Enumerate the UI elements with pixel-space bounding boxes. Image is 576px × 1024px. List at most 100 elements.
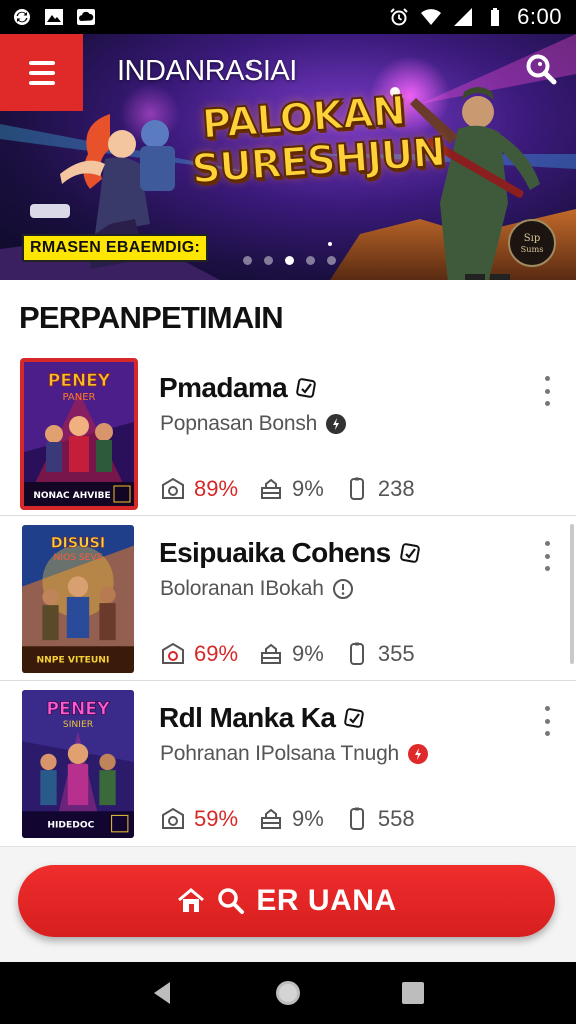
list-scrollbar[interactable] xyxy=(570,524,574,664)
list-item[interactable]: PENEY PANER NONAC AHVIBE Pmadama Popnasa… xyxy=(0,352,576,516)
share-value: 9% xyxy=(292,641,324,666)
game-subtitle: Boloranan IBokah xyxy=(160,577,354,601)
search-icon xyxy=(526,54,557,85)
status-bar: 6:00 xyxy=(0,0,576,34)
home-icon xyxy=(178,888,205,912)
downloads-value: 558 xyxy=(377,806,415,831)
status-time: 6:00 xyxy=(517,4,562,29)
primary-action-button[interactable]: ER UANA xyxy=(18,865,555,937)
game-subtitle: Popnasan Bonsh xyxy=(160,412,347,436)
more-options-button[interactable] xyxy=(540,376,554,406)
svg-text:NNPE VITEUNI: NNPE VITEUNI xyxy=(36,655,109,666)
info-dark-icon[interactable] xyxy=(325,413,347,435)
game-stats: 59% 9% 558 xyxy=(160,806,435,832)
cta-area: ER UANA xyxy=(0,846,576,962)
banner-seal-logo: Sıp Sums xyxy=(508,219,556,267)
svg-text:PENEY: PENEY xyxy=(48,371,111,391)
list-item[interactable]: DISUSI NIOS SEVE NNPE VITEUNI Esipuaika … xyxy=(0,517,576,681)
share-stat: 9% xyxy=(258,806,324,832)
cake-icon xyxy=(261,643,282,664)
downloads-stat: 238 xyxy=(344,476,415,502)
verified-icon xyxy=(344,708,365,728)
share-stat: 9% xyxy=(258,476,324,502)
svg-text:NIOS SEVE: NIOS SEVE xyxy=(53,552,102,563)
share-value: 9% xyxy=(292,806,324,831)
game-list: PENEY PANER NONAC AHVIBE Pmadama Popnasa… xyxy=(0,352,576,844)
phone-screen: 6:00 INDANRASIAI PALOKAN SURESHJUN RMASE… xyxy=(0,0,576,1024)
camera-house-icon xyxy=(162,807,184,829)
info-red-icon[interactable] xyxy=(407,743,429,765)
svg-text:HIDEDOC: HIDEDOC xyxy=(47,820,94,831)
wifi-icon xyxy=(421,7,442,27)
downloads-stat: 355 xyxy=(344,641,415,667)
more-options-button[interactable] xyxy=(540,706,554,736)
menu-icon-bar xyxy=(28,60,55,65)
home-button[interactable] xyxy=(272,977,304,1009)
camera-house-icon xyxy=(162,477,184,499)
share-value: 9% xyxy=(292,476,324,501)
game-title[interactable]: Rdl Manka Ka xyxy=(159,702,365,734)
downloads-value: 238 xyxy=(377,476,415,501)
home-circle-icon xyxy=(275,981,300,1005)
game-title[interactable]: Pmadama xyxy=(159,372,317,404)
svg-text:DISUSI: DISUSI xyxy=(51,536,106,552)
menu-button[interactable] xyxy=(0,34,83,111)
menu-icon-bar xyxy=(28,80,55,85)
cake-icon xyxy=(261,808,282,829)
game-subtitle-text: Popnasan Bonsh xyxy=(160,412,318,435)
game-subtitle-text: Pohranan IPolsana Tnugh xyxy=(160,742,400,765)
back-icon xyxy=(153,982,170,1004)
carousel-dot[interactable] xyxy=(327,256,336,265)
game-title-text: Esipuaika Cohens xyxy=(159,537,391,568)
kebab-dot xyxy=(544,401,550,406)
camera-house-icon xyxy=(162,642,184,664)
game-title[interactable]: Esipuaika Cohens xyxy=(159,537,421,569)
game-stats: 69% 9% 355 xyxy=(160,641,435,667)
search-button[interactable] xyxy=(524,52,558,86)
app-title: INDANRASIAI xyxy=(117,55,297,87)
rating-stat: 69% xyxy=(160,641,238,667)
game-thumbnail[interactable]: PENEY PANER NONAC AHVIBE xyxy=(20,358,138,510)
list-item[interactable]: PENEY SINIER HIDEDOC Rdl Manka Ka Pohran… xyxy=(0,682,576,844)
image-icon xyxy=(44,7,64,27)
carousel-dot-active[interactable] xyxy=(285,256,294,265)
game-thumbnail[interactable]: DISUSI NIOS SEVE NNPE VITEUNI xyxy=(22,525,134,673)
banner-headline: PALOKAN SURESHJUN xyxy=(187,87,447,194)
signal-icon xyxy=(453,7,473,27)
verified-icon xyxy=(296,378,316,398)
cake-icon xyxy=(261,478,282,499)
carousel-dot[interactable] xyxy=(306,256,315,265)
phone-outline-icon xyxy=(349,477,364,500)
carousel-dot[interactable] xyxy=(243,256,252,265)
svg-text:PENEY: PENEY xyxy=(46,700,110,720)
phone-outline-icon xyxy=(349,807,364,830)
rating-value: 69% xyxy=(194,641,239,666)
recents-button[interactable] xyxy=(397,977,429,1009)
banner-tag: RMASEN EBAEMDIG: xyxy=(22,234,209,262)
recents-icon xyxy=(402,982,425,1004)
back-button[interactable] xyxy=(147,977,179,1009)
rating-value: 89% xyxy=(194,476,239,501)
kebab-dot xyxy=(544,731,550,736)
status-left-icons xyxy=(12,7,96,27)
carousel-dot[interactable] xyxy=(264,256,273,265)
kebab-dot xyxy=(544,706,550,711)
menu-icon-bar xyxy=(28,70,55,75)
kebab-dot xyxy=(544,388,550,394)
hero-banner[interactable]: INDANRASIAI PALOKAN SURESHJUN RMASEN EBA… xyxy=(0,34,576,280)
game-thumbnail[interactable]: PENEY SINIER HIDEDOC xyxy=(22,690,134,838)
sync-icon xyxy=(12,7,32,27)
kebab-dot xyxy=(544,566,550,571)
verified-icon xyxy=(399,543,420,563)
rating-stat: 59% xyxy=(160,806,238,832)
carousel-dots xyxy=(243,256,336,265)
rating-stat: 89% xyxy=(160,476,238,502)
clock-outline-icon[interactable] xyxy=(332,578,354,600)
system-nav-bar xyxy=(0,962,576,1024)
svg-text:Sums: Sums xyxy=(521,244,544,254)
game-title-text: Pmadama xyxy=(159,372,288,403)
svg-text:SINIER: SINIER xyxy=(63,719,94,730)
rating-value: 59% xyxy=(194,806,239,831)
kebab-dot xyxy=(544,553,550,559)
more-options-button[interactable] xyxy=(540,541,554,571)
